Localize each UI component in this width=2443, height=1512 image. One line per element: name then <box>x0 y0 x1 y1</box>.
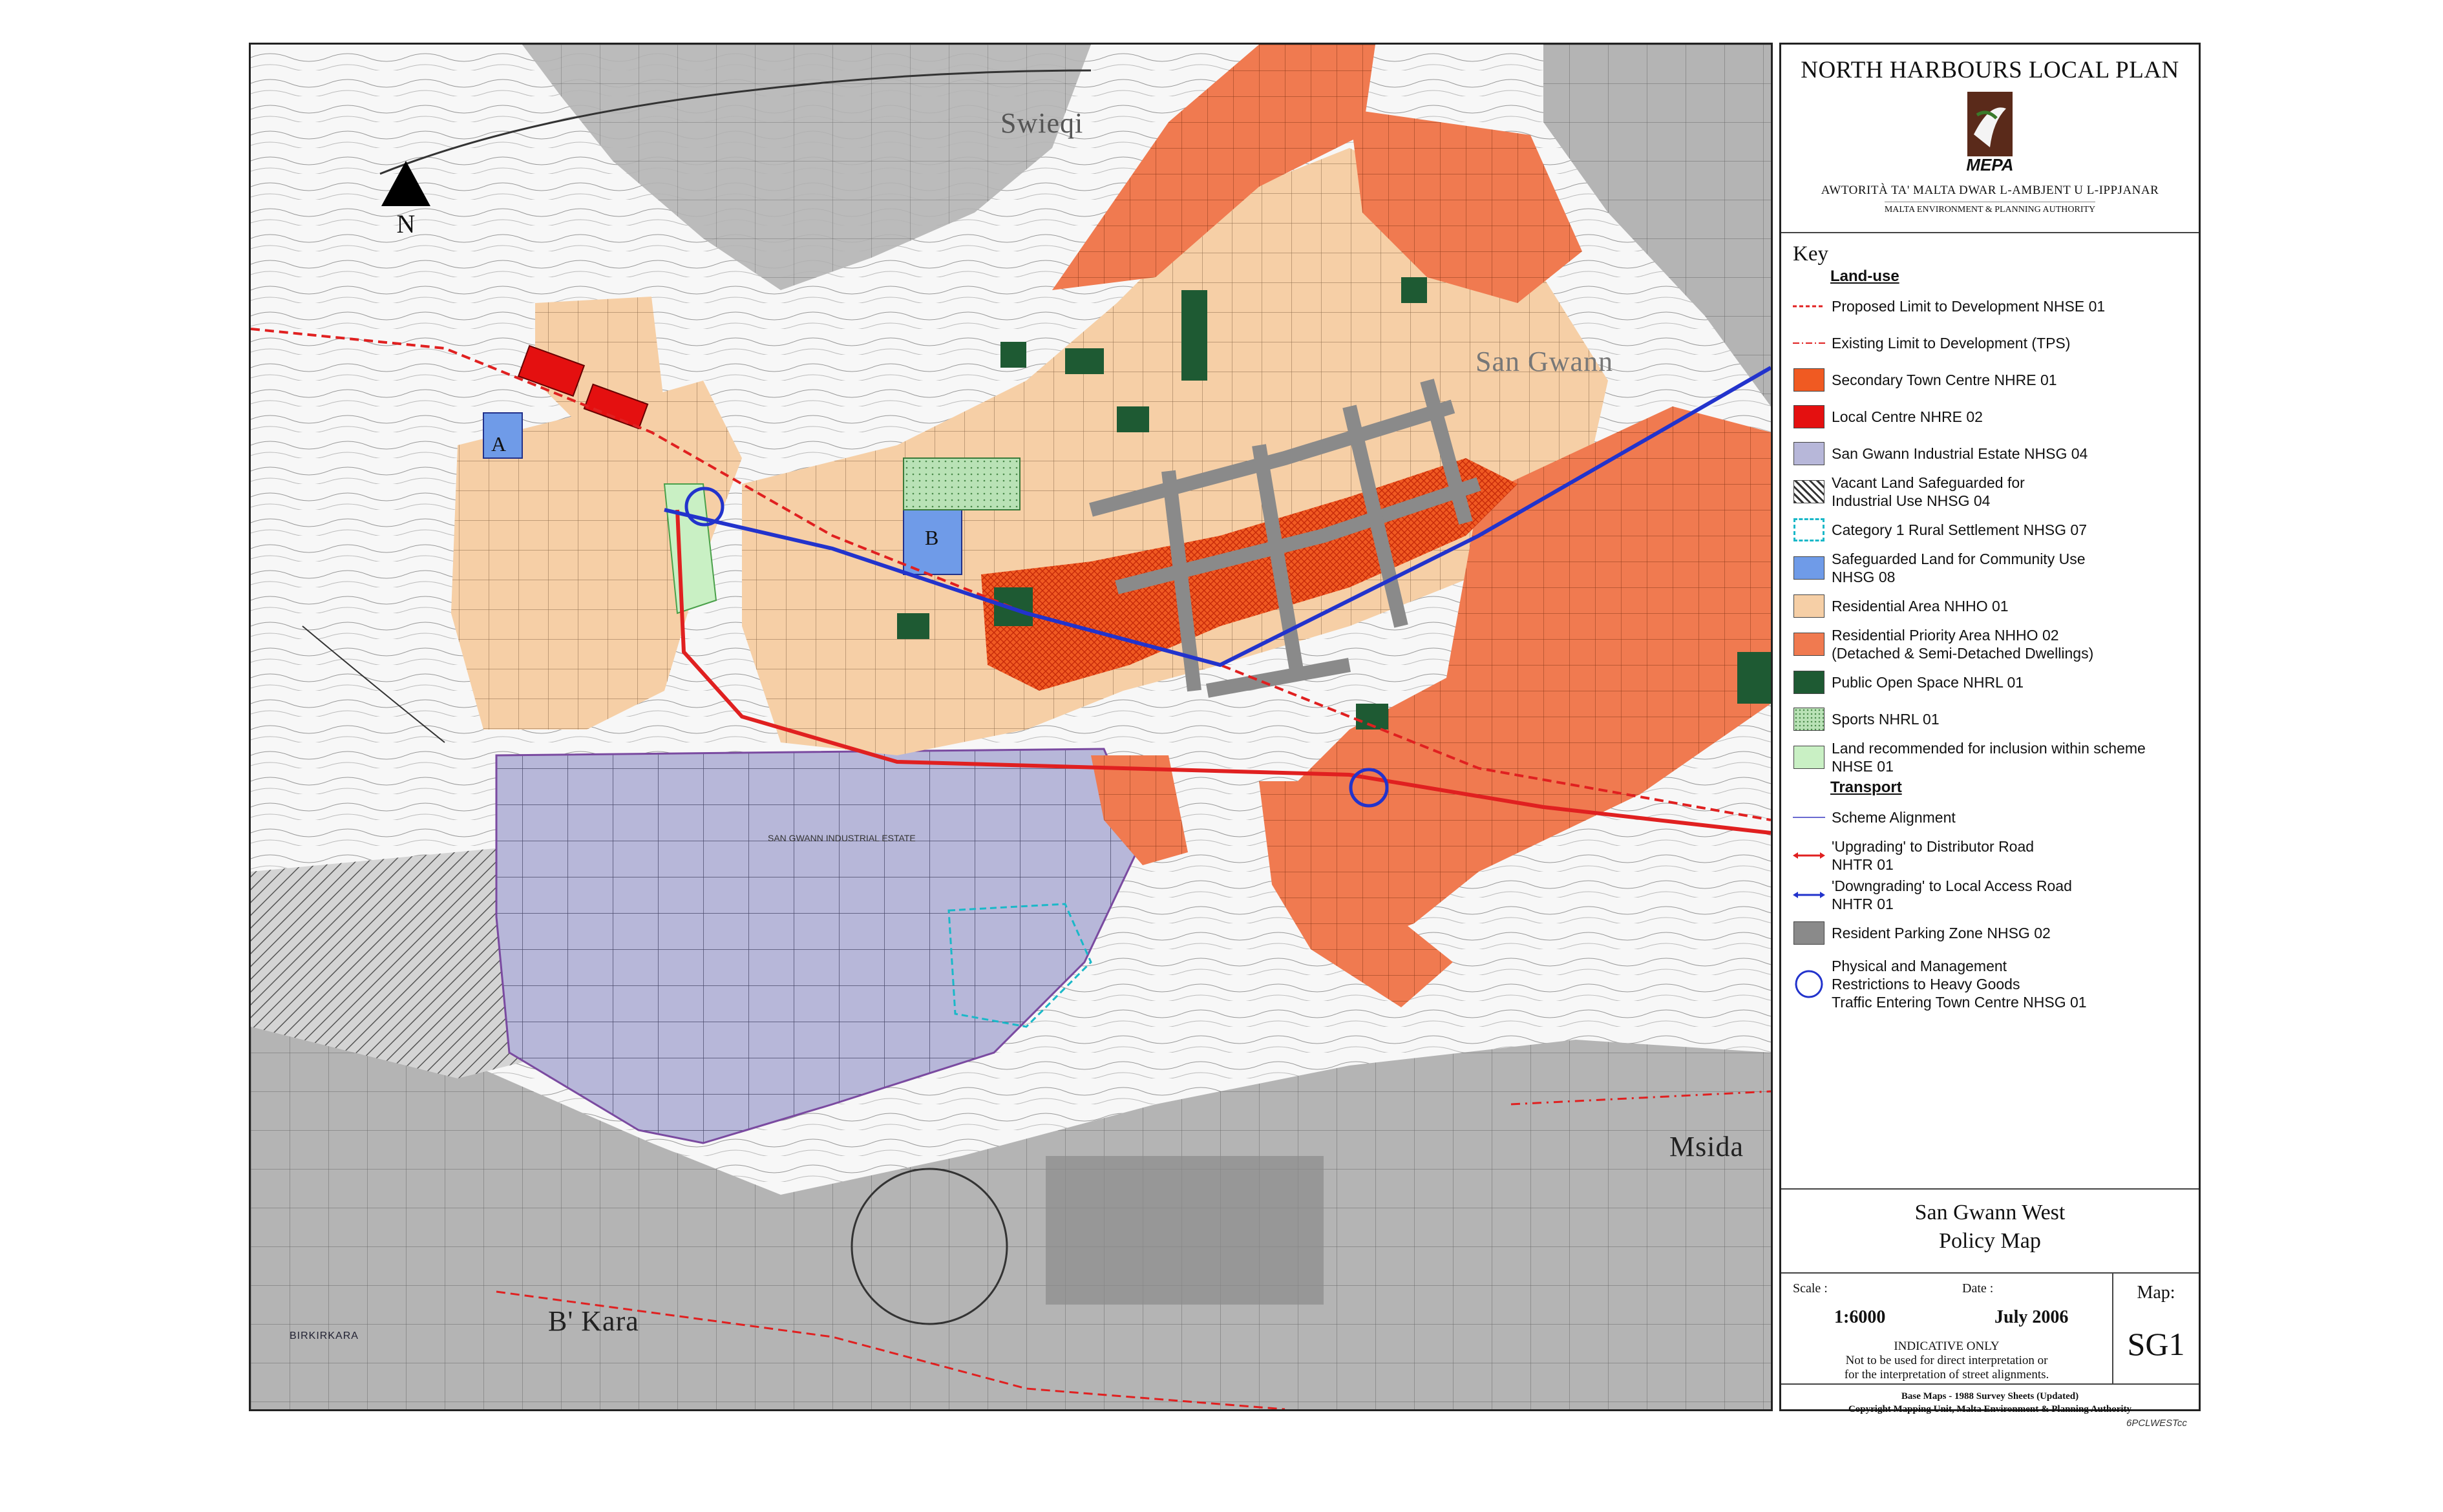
map-label: Map: <box>2137 1283 2175 1303</box>
map-title-line-2: Policy Map <box>1939 1229 2041 1253</box>
legend-rural-settlement: Category 1 Rural Settlement NHSG 07 <box>1793 513 2187 547</box>
legend-scheme-alignment: Scheme Alignment <box>1793 801 2187 834</box>
legend-sports: Sports NHRL 01 <box>1793 702 2187 736</box>
policy-map[interactable]: Swieqi San Gwann B' Kara Msida A B SAN G… <box>249 43 1773 1411</box>
indicative-note: INDICATIVE ONLY Not to be used for direc… <box>1844 1339 2049 1381</box>
map-title-line-1: San Gwann West <box>1914 1201 2066 1224</box>
label-san-gwann: San Gwann <box>1475 346 1614 377</box>
dash-dot-red-line-icon <box>1793 342 1825 344</box>
legend-scheme-land: Land recommended for inclusion within sc… <box>1793 739 2187 775</box>
map-canvas <box>251 45 1771 1409</box>
cyan-dashed-swatch-icon <box>1793 518 1824 541</box>
transport-heading: Transport <box>1830 779 1902 796</box>
label-swieqi: Swieqi <box>1000 107 1084 139</box>
plan-title: NORTH HARBOURS LOCAL PLAN <box>1801 57 2179 83</box>
sports-area <box>903 457 1021 510</box>
legend-parking-zone: Resident Parking Zone NHSG 02 <box>1793 916 2187 950</box>
authority-name-mt: AWTORITÀ TA' MALTA DWAR L-AMBJENT U L-IP… <box>1821 184 2159 197</box>
title-block: NORTH HARBOURS LOCAL PLAN MEPA AWTORITÀ … <box>1781 45 2199 233</box>
logo-text: MEPA <box>1966 155 2014 174</box>
red-arrow-line-icon <box>1793 852 1825 859</box>
legend-open-space: Public Open Space NHRL 01 <box>1793 666 2187 699</box>
legend-hgv-restrictions: Physical and Management Restrictions to H… <box>1793 953 2187 1015</box>
north-arrow: N <box>377 161 435 239</box>
light-green-swatch-icon <box>1793 746 1824 769</box>
key-title: Key <box>1793 242 1828 266</box>
legend-residential-priority: Residential Priority Area NHHO 02 (Detach… <box>1793 626 2187 662</box>
label-site-a: A <box>491 432 507 456</box>
legend-proposed-limit: Proposed Limit to Development NHSE 01 <box>1793 289 2187 323</box>
authority-name-en: MALTA ENVIRONMENT & PLANNING AUTHORITY <box>1884 202 2096 215</box>
label-msida: Msida <box>1669 1131 1744 1162</box>
label-birkirkara-street: BIRKIRKARA <box>290 1330 359 1341</box>
north-arrow-icon <box>381 161 430 206</box>
legend-upgrading: 'Upgrading' to Distributor Road NHTR 01 <box>1793 837 2187 874</box>
lavender-swatch-icon <box>1793 442 1824 465</box>
label-industrial-estate: SAN GWANN INDUSTRIAL ESTATE <box>768 833 916 843</box>
landuse-heading: Land-use <box>1830 268 1899 285</box>
scale-label: Scale : <box>1793 1281 1828 1296</box>
legend-local-centre: Local Centre NHRE 02 <box>1793 400 2187 434</box>
thin-blue-line-icon <box>1793 817 1825 818</box>
legend-vacant-land: Vacant Land Safeguarded for Industrial Us… <box>1793 474 2187 510</box>
mepa-logo: MEPA <box>1961 89 2019 180</box>
scale-value: 1:6000 <box>1834 1307 1886 1327</box>
legend-community-use: Safeguarded Land for Community Use NHSG 0… <box>1793 550 2187 586</box>
dashed-red-line-icon <box>1793 305 1825 308</box>
credits: Base Maps - 1988 Survey Sheets (Updated)… <box>1848 1391 2132 1414</box>
red-swatch-icon <box>1793 405 1824 428</box>
legend-existing-limit: Existing Limit to Development (TPS) <box>1793 326 2187 360</box>
legend-downgrading: 'Downgrading' to Local Access Road NHTR 0… <box>1793 877 2187 913</box>
map-code: SG1 <box>2127 1326 2185 1362</box>
map-legend: Key Land-use Proposed Limit to Developme… <box>1781 233 2199 1190</box>
blue-circle-icon <box>1795 970 1823 998</box>
legend-secondary-town-centre: Secondary Town Centre NHRE 01 <box>1793 363 2187 397</box>
peach-swatch-icon <box>1793 594 1824 618</box>
legend-industrial-estate: San Gwann Industrial Estate NHSG 04 <box>1793 437 2187 470</box>
map-sidebar: NORTH HARBOURS LOCAL PLAN MEPA AWTORITÀ … <box>1779 43 2201 1414</box>
blue-swatch-icon <box>1793 556 1824 580</box>
scale-date-block: Scale : Date : 1:6000 July 2006 INDICATI… <box>1781 1274 2113 1383</box>
info-block: Scale : Date : 1:6000 July 2006 INDICATI… <box>1781 1274 2199 1385</box>
date-value: July 2006 <box>1994 1307 2069 1327</box>
north-letter: N <box>396 209 416 238</box>
label-site-b: B <box>925 526 940 549</box>
legend-residential: Residential Area NHHO 01 <box>1793 589 2187 623</box>
grey-swatch-icon <box>1793 921 1824 945</box>
dotted-green-swatch-icon <box>1793 708 1824 731</box>
file-reference: 6PCLWESTcc <box>2126 1418 2187 1429</box>
map-title-block: San Gwann West Policy Map <box>1781 1190 2199 1274</box>
hospital-complex <box>1046 1156 1324 1305</box>
map-code-block: Map: SG1 <box>2113 1274 2199 1383</box>
label-bkara: B' Kara <box>548 1305 639 1337</box>
blue-arrow-line-icon <box>1793 892 1825 898</box>
crosshatch-swatch-icon <box>1793 368 1824 392</box>
dark-green-swatch-icon <box>1793 671 1824 694</box>
hatch-swatch-icon <box>1793 480 1824 503</box>
orange-swatch-icon <box>1793 633 1824 656</box>
date-label: Date : <box>1962 1281 1994 1296</box>
